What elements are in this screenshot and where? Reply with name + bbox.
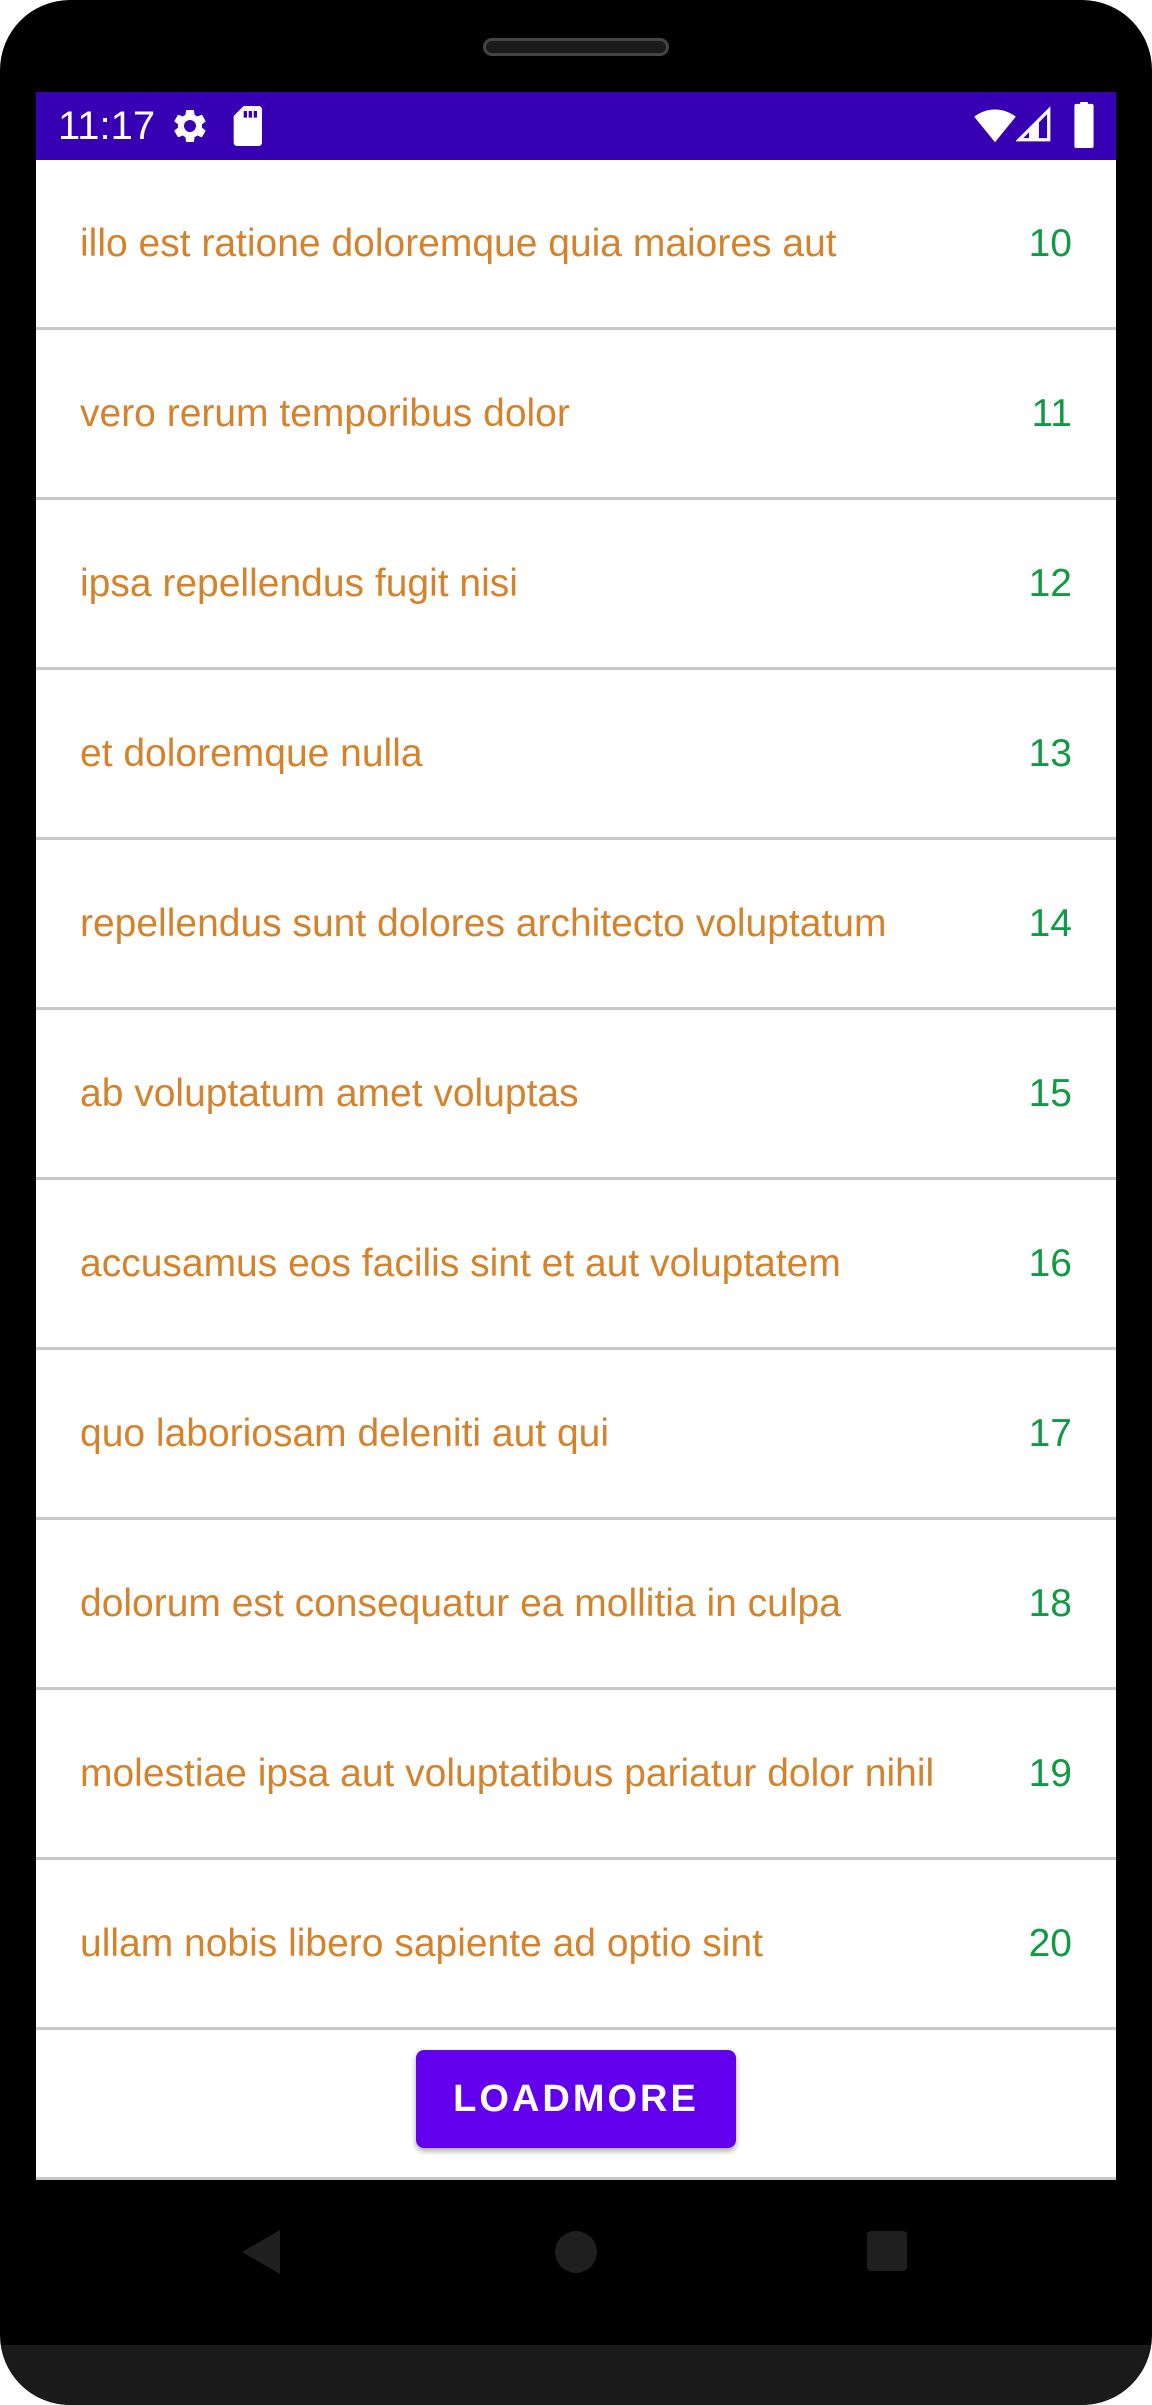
list-item[interactable]: vero rerum temporibus dolor 11 (36, 330, 1116, 500)
list-item[interactable]: accusamus eos facilis sint et aut volupt… (36, 1180, 1116, 1350)
list-item-number: 18 (1028, 1582, 1072, 1625)
list-item[interactable]: ab voluptatum amet voluptas 15 (36, 1010, 1116, 1180)
list-item-number: 14 (1028, 902, 1072, 945)
list-item-title: ab voluptatum amet voluptas (80, 1072, 579, 1115)
list-item-number: 17 (1028, 1412, 1072, 1455)
earpiece-speaker (483, 38, 669, 56)
phone-frame: 11:17 illo est ratione doloremque quia m… (0, 0, 1152, 2405)
status-bar: 11:17 (36, 92, 1116, 160)
list-item-title: ullam nobis libero sapiente ad optio sin… (80, 1922, 763, 1965)
list-item[interactable]: quo laboriosam deleniti aut qui 17 (36, 1350, 1116, 1520)
load-more-button[interactable]: LOADMORE (416, 2050, 736, 2148)
list-item[interactable]: ipsa repellendus fugit nisi 12 (36, 500, 1116, 670)
list-item-title: quo laboriosam deleniti aut qui (80, 1412, 610, 1455)
list-item-title: illo est ratione doloremque quia maiores… (80, 222, 837, 265)
list-item-title: repellendus sunt dolores architecto volu… (80, 902, 887, 945)
list-item-number: 20 (1028, 1922, 1072, 1965)
list-item-number: 16 (1028, 1242, 1072, 1285)
list-item-number: 10 (1028, 222, 1072, 265)
list-item-title: ipsa repellendus fugit nisi (80, 562, 518, 605)
list-item[interactable]: et doloremque nulla 13 (36, 670, 1116, 840)
screen: 11:17 illo est ratione doloremque quia m… (36, 92, 1116, 2180)
settings-icon (170, 106, 210, 151)
recents-icon[interactable] (866, 2230, 908, 2279)
home-icon[interactable] (554, 2228, 598, 2281)
list-item-number: 15 (1028, 1072, 1072, 1115)
list-item-number: 11 (1031, 392, 1073, 435)
list-item[interactable]: dolorum est consequatur ea mollitia in c… (36, 1520, 1116, 1690)
list-item-title: dolorum est consequatur ea mollitia in c… (80, 1582, 841, 1625)
status-time: 11:17 (58, 104, 156, 148)
list-item[interactable]: repellendus sunt dolores architecto volu… (36, 840, 1116, 1010)
list-item[interactable]: ullam nobis libero sapiente ad optio sin… (36, 1860, 1116, 2030)
back-icon[interactable] (240, 2228, 282, 2281)
list-item-title: molestiae ipsa aut voluptatibus pariatur… (80, 1752, 935, 1795)
item-list[interactable]: illo est ratione doloremque quia maiores… (36, 160, 1116, 2030)
list-item-number: 19 (1028, 1752, 1072, 1795)
battery-icon (1072, 102, 1096, 153)
phone-bottom-edge (0, 2345, 1152, 2405)
list-item-number: 12 (1028, 562, 1072, 605)
list-item-number: 13 (1028, 732, 1072, 775)
sd-card-icon (230, 106, 264, 151)
load-more-area: LOADMORE (36, 2034, 1116, 2180)
list-item[interactable]: illo est ratione doloremque quia maiores… (36, 160, 1116, 330)
list-item[interactable]: molestiae ipsa aut voluptatibus pariatur… (36, 1690, 1116, 1860)
list-item-title: vero rerum temporibus dolor (80, 392, 570, 435)
wifi-icon (974, 106, 1016, 149)
list-item-title: accusamus eos facilis sint et aut volupt… (80, 1242, 841, 1285)
signal-icon (1015, 106, 1052, 149)
list-item-title: et doloremque nulla (80, 732, 423, 775)
navigation-bar (0, 2180, 1152, 2340)
